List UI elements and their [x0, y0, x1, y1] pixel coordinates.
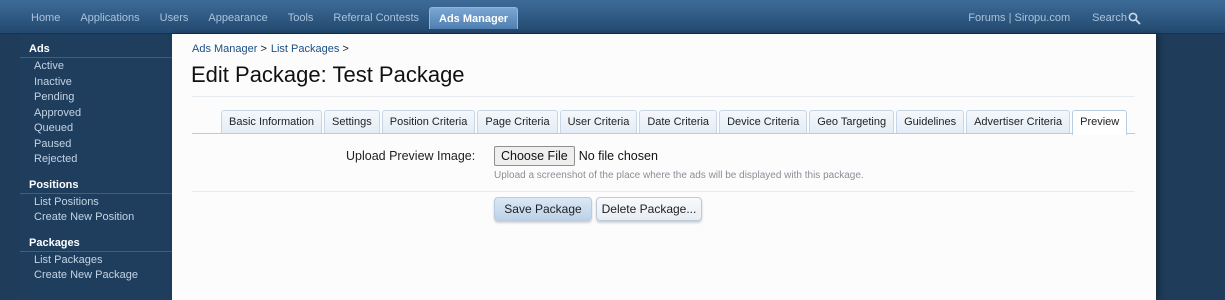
sidebar-item-active[interactable]: Active — [20, 59, 172, 75]
sidebar-heading-packages: Packages — [20, 234, 172, 252]
upload-preview-label: Upload Preview Image: — [346, 149, 476, 163]
search-link[interactable]: Search — [1092, 12, 1141, 25]
sidebar-group-packages: Packages List Packages Create New Packag… — [20, 234, 172, 284]
sidebar: Ads Active Inactive Pending Approved Que… — [20, 34, 172, 300]
nav-tab-users[interactable]: Users — [150, 7, 199, 29]
page-title: Edit Package: Test Package — [191, 62, 465, 87]
sidebar-item-create-new-position[interactable]: Create New Position — [20, 210, 172, 226]
top-nav-bar: Home Applications Users Appearance Tools… — [0, 0, 1225, 34]
search-icon — [1128, 12, 1141, 25]
tab-settings[interactable]: Settings — [323, 110, 380, 133]
sidebar-heading-ads: Ads — [20, 40, 172, 58]
sidebar-item-queued[interactable]: Queued — [20, 121, 172, 137]
tab-guidelines[interactable]: Guidelines — [896, 110, 965, 133]
nav-tab-referral-contests[interactable]: Referral Contests — [323, 7, 429, 29]
tab-bar: Basic Information Settings Position Crit… — [192, 110, 1135, 135]
tab-page-criteria[interactable]: Page Criteria — [477, 110, 558, 133]
file-status-text: No file chosen — [578, 149, 658, 163]
upload-hint: Upload a screenshot of the place where t… — [494, 170, 864, 181]
sidebar-item-paused[interactable]: Paused — [20, 137, 172, 153]
sidebar-item-list-positions[interactable]: List Positions — [20, 195, 172, 211]
breadcrumb-separator: > — [342, 43, 349, 55]
main-panel: Ads Manager > List Packages > Edit Package:… — [172, 34, 1156, 300]
breadcrumb-separator: > — [260, 43, 267, 55]
tab-list: Basic Information Settings Position Crit… — [221, 110, 1129, 135]
tab-advertiser-criteria[interactable]: Advertiser Criteria — [966, 110, 1071, 133]
nav-tab-applications[interactable]: Applications — [70, 7, 149, 29]
breadcrumb: Ads Manager > List Packages > — [192, 43, 353, 55]
choose-file-button[interactable]: Choose File — [494, 146, 575, 166]
file-upload-control: Choose File No file chosen — [494, 146, 658, 166]
nav-tab-tools[interactable]: Tools — [278, 7, 324, 29]
sidebar-item-list-packages[interactable]: List Packages — [20, 253, 172, 269]
forums-link[interactable]: Forums | Siropu.com — [968, 12, 1070, 24]
nav-tab-appearance[interactable]: Appearance — [198, 7, 277, 29]
sidebar-item-inactive[interactable]: Inactive — [20, 75, 172, 91]
search-label: Search — [1092, 12, 1127, 24]
tab-basic-information[interactable]: Basic Information — [221, 110, 322, 133]
sidebar-item-rejected[interactable]: Rejected — [20, 152, 172, 168]
sidebar-group-ads: Ads Active Inactive Pending Approved Que… — [20, 40, 172, 168]
delete-package-button[interactable]: Delete Package... — [596, 197, 702, 221]
top-nav-tabs: Home Applications Users Appearance Tools… — [21, 7, 519, 29]
top-nav-right: Forums | Siropu.com Search — [968, 7, 1141, 29]
sidebar-group-positions: Positions List Positions Create New Posi… — [20, 176, 172, 226]
sidebar-item-pending[interactable]: Pending — [20, 90, 172, 106]
sidebar-item-approved[interactable]: Approved — [20, 106, 172, 122]
tab-device-criteria[interactable]: Device Criteria — [719, 110, 808, 133]
breadcrumb-list-packages[interactable]: List Packages — [271, 43, 339, 55]
sidebar-heading-positions: Positions — [20, 176, 172, 194]
tab-preview[interactable]: Preview — [1072, 110, 1128, 135]
nav-tab-ads-manager[interactable]: Ads Manager — [429, 7, 519, 29]
nav-tab-home[interactable]: Home — [21, 7, 70, 29]
save-package-button[interactable]: Save Package — [494, 197, 592, 221]
sidebar-item-create-new-package[interactable]: Create New Package — [20, 268, 172, 284]
tab-user-criteria[interactable]: User Criteria — [559, 110, 638, 133]
form-divider — [192, 191, 1135, 192]
breadcrumb-ads-manager[interactable]: Ads Manager — [192, 43, 257, 55]
tab-date-criteria[interactable]: Date Criteria — [639, 110, 718, 133]
tab-geo-targeting[interactable]: Geo Targeting — [809, 110, 895, 133]
tab-position-criteria[interactable]: Position Criteria — [381, 110, 476, 133]
title-divider — [192, 96, 1135, 97]
